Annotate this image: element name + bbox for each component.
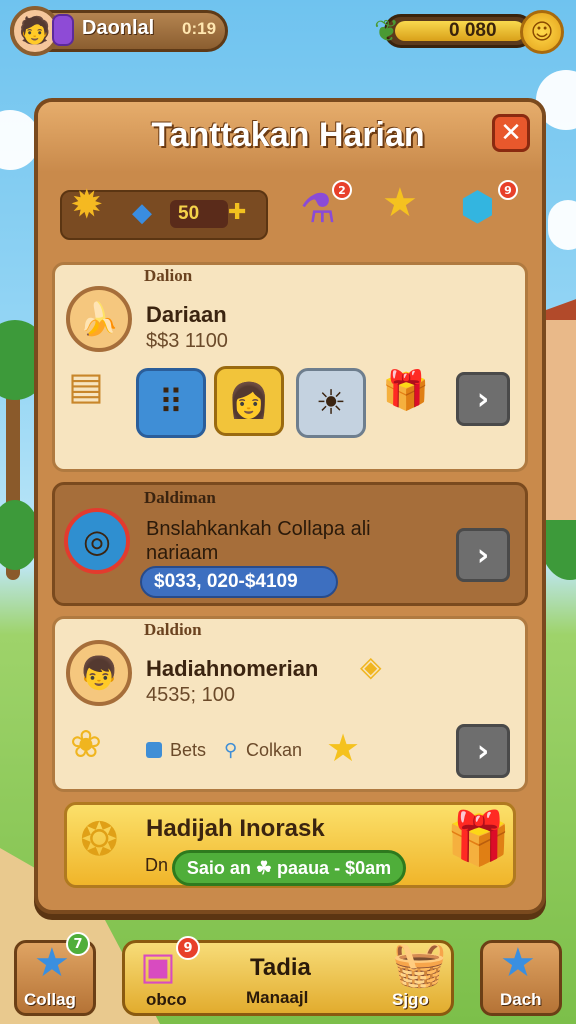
task-title-line2: nariaam	[146, 542, 219, 564]
banana-icon: 🍌	[66, 286, 132, 352]
potion-notification-badge: 2	[332, 180, 352, 200]
flower-badge-icon: ❀	[70, 722, 102, 766]
sun-icon: ✹	[70, 182, 104, 228]
task-progress: 4535; 100	[146, 684, 235, 706]
task-card-header: Daldion	[144, 620, 202, 639]
task-title: Bnslahkankah Collapa ali	[146, 518, 371, 540]
task-title: Hadiahnomerian	[146, 656, 319, 681]
reward-range-pill: $033, 020-$4109	[140, 566, 338, 598]
diamond-badge-icon: ◈	[360, 650, 382, 683]
gem-notification-badge: 9	[498, 180, 518, 200]
player-name: Daonlal	[82, 17, 155, 39]
star-icon[interactable]: ★	[382, 180, 418, 226]
gem-icon: ◆	[132, 198, 152, 228]
add-coin-button[interactable]: ☺	[520, 10, 564, 54]
task-title: Dariaan	[146, 302, 227, 327]
coin-value: 0 080	[449, 20, 497, 41]
close-button[interactable]: ✕	[492, 114, 530, 152]
special-reward-title: Hadijah Inorask	[146, 815, 325, 842]
claim-reward-button[interactable]: Saio an ☘ paaua - $0am	[172, 850, 406, 886]
blue-reward-tile[interactable]: ⠿	[136, 368, 206, 438]
task-card-header: Daldiman	[144, 488, 216, 507]
gold-medal-icon: ❂	[80, 812, 119, 866]
search-icon: ⚲	[224, 740, 238, 761]
resource-value: 50	[178, 203, 200, 224]
bets-label: Bets	[170, 740, 207, 760]
special-reward-label: Dn	[145, 855, 169, 875]
cube-gem-icon[interactable]: ⬢	[460, 184, 495, 230]
fruit-reward-tile[interactable]: ☀	[296, 368, 366, 438]
character-avatar-icon: 👦	[66, 640, 132, 706]
task-next-button[interactable]: ›	[456, 372, 510, 426]
basket-icon: 🧺	[392, 939, 447, 990]
colkan-label: Colkan	[246, 740, 303, 760]
gift-box-icon: ▣	[140, 944, 176, 988]
center-left-badge: 9	[176, 936, 200, 960]
wheel-icon: ◎	[64, 508, 130, 574]
player-level: 0:19	[182, 19, 217, 38]
gift-box-icon: 🎁	[382, 368, 430, 412]
task-next-button[interactable]: ›	[456, 528, 510, 582]
treasure-chest-icon: ▤	[68, 364, 104, 408]
nav-collection-label: Collag	[24, 990, 76, 1009]
nav-center-sub: Manaajl	[246, 988, 309, 1007]
nav-dash-label: Dach	[500, 990, 542, 1009]
collection-badge: 7	[66, 932, 90, 956]
task-next-button[interactable]: ›	[456, 724, 510, 778]
cloud	[548, 200, 576, 250]
green-gift-icon: 🎁	[446, 809, 511, 869]
center-right-label: Sjgo	[392, 990, 429, 1009]
potion-icon[interactable]: ⚗	[300, 186, 336, 232]
nav-center-title: Tadia	[250, 954, 311, 981]
center-left-label: obco	[146, 990, 187, 1009]
blue-star-icon: ★	[34, 940, 70, 986]
star-icon: ★	[326, 726, 361, 770]
leaf-icon: ❦	[374, 14, 400, 49]
panel-title: Tanttakan Harian	[151, 116, 425, 154]
task-card	[52, 262, 528, 472]
character-reward-tile[interactable]: 👩	[214, 366, 284, 436]
task-progress: $$3 1100	[146, 330, 228, 352]
bets-icon	[146, 742, 162, 758]
rank-badge-icon	[52, 14, 74, 46]
blue-star-icon: ★	[500, 940, 536, 986]
coin-small-icon: ✚	[228, 200, 247, 225]
task-card-header: Dalion	[144, 266, 193, 285]
